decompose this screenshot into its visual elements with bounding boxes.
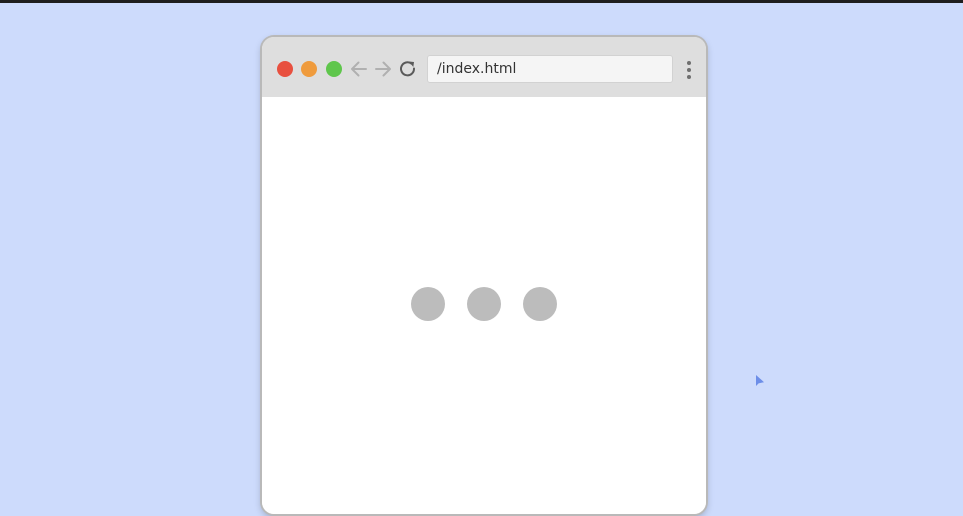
cursor-shape (756, 375, 764, 386)
zoom-window-button[interactable] (326, 61, 342, 77)
menu-dot (687, 61, 691, 65)
reload-icon (400, 61, 416, 77)
loading-dot (467, 287, 501, 321)
desktop-background: /index.html (0, 0, 963, 516)
forward-button[interactable] (373, 59, 393, 79)
page-viewport (262, 97, 706, 514)
address-bar-url: /index.html (437, 61, 517, 77)
back-button[interactable] (349, 59, 369, 79)
minimize-window-button[interactable] (301, 61, 317, 77)
loading-dot (411, 287, 445, 321)
browser-toolbar: /index.html (262, 37, 706, 97)
address-bar[interactable]: /index.html (427, 55, 673, 83)
arrow-left-icon (351, 61, 367, 77)
screen-top-edge (0, 0, 963, 3)
menu-dot (687, 75, 691, 79)
arrow-right-icon (375, 61, 391, 77)
loading-dot (523, 287, 557, 321)
mouse-cursor-icon (756, 375, 764, 386)
browser-menu-button[interactable] (684, 60, 694, 80)
close-window-button[interactable] (277, 61, 293, 77)
browser-window: /index.html (262, 37, 706, 514)
menu-dot (687, 68, 691, 72)
reload-button[interactable] (398, 59, 418, 79)
